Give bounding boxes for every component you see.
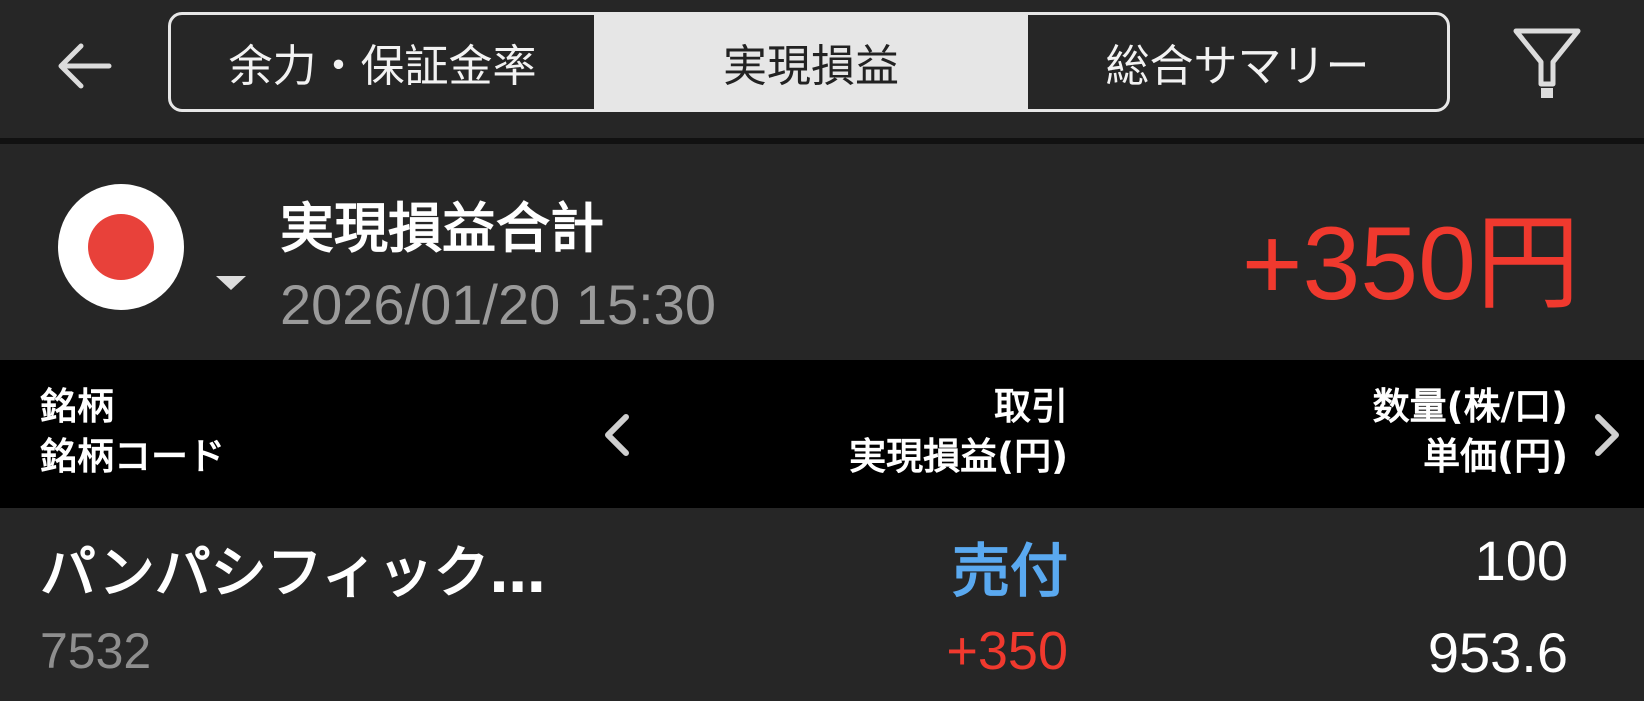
chevron-left-icon	[605, 414, 629, 456]
tab-label: 実現損益	[723, 41, 899, 92]
table-row[interactable]: パンパシフィック… 7532 売付 +350 100 953.6	[0, 508, 1644, 701]
column-label: 実現損益(円)	[849, 435, 1068, 478]
caret-down-icon	[216, 276, 246, 290]
arrow-left-icon	[58, 43, 112, 89]
column-label: 数量(株/口)	[1372, 385, 1568, 428]
table-header: 銘柄 銘柄コード 取引 実現損益(円) 数量(株/口) 単価(円)	[0, 360, 1644, 508]
column-label: 単価(円)	[1423, 435, 1568, 478]
stock-code: 7532	[40, 623, 152, 679]
columns-prev-button[interactable]	[586, 400, 646, 470]
columns-next-button[interactable]	[1578, 400, 1638, 470]
tab-label: 総合サマリー	[1105, 41, 1370, 92]
unit-price: 953.6	[1427, 621, 1568, 684]
filter-button[interactable]	[1505, 22, 1589, 106]
back-button[interactable]	[48, 30, 120, 102]
realized-pnl: +350	[946, 621, 1068, 681]
chevron-right-icon	[1595, 414, 1619, 456]
japan-flag-icon	[58, 184, 184, 310]
column-label: 銘柄	[40, 385, 114, 428]
tab-realized-pnl[interactable]: 実現損益	[594, 15, 1028, 109]
top-bar: 余力・保証金率 実現損益 総合サマリー	[0, 0, 1644, 138]
stock-name: パンパシフィック…	[40, 541, 546, 606]
column-header-trade: 取引 実現損益(円)	[849, 382, 1068, 482]
column-header-quantity: 数量(株/口) 単価(円)	[1373, 382, 1568, 482]
tab-label: 余力・保証金率	[228, 41, 537, 92]
column-label: 取引	[994, 385, 1068, 428]
summary-datetime: 2026/01/20 15:30	[280, 273, 716, 336]
tab-switcher: 余力・保証金率 実現損益 総合サマリー	[168, 12, 1450, 112]
tab-summary[interactable]: 総合サマリー	[1028, 15, 1447, 109]
tab-buying-power[interactable]: 余力・保証金率	[171, 15, 594, 109]
column-header-stock: 銘柄 銘柄コード	[40, 382, 225, 482]
quantity: 100	[1474, 529, 1568, 592]
column-label: 銘柄コード	[40, 435, 225, 478]
market-selector[interactable]	[58, 184, 248, 314]
summary-title: 実現損益合計	[280, 197, 604, 260]
filter-icon	[1513, 28, 1581, 98]
summary-panel: 実現損益合計 2026/01/20 15:30 +350円	[0, 144, 1644, 360]
summary-total: +350円	[1241, 206, 1580, 322]
trade-type: 売付	[951, 537, 1068, 605]
